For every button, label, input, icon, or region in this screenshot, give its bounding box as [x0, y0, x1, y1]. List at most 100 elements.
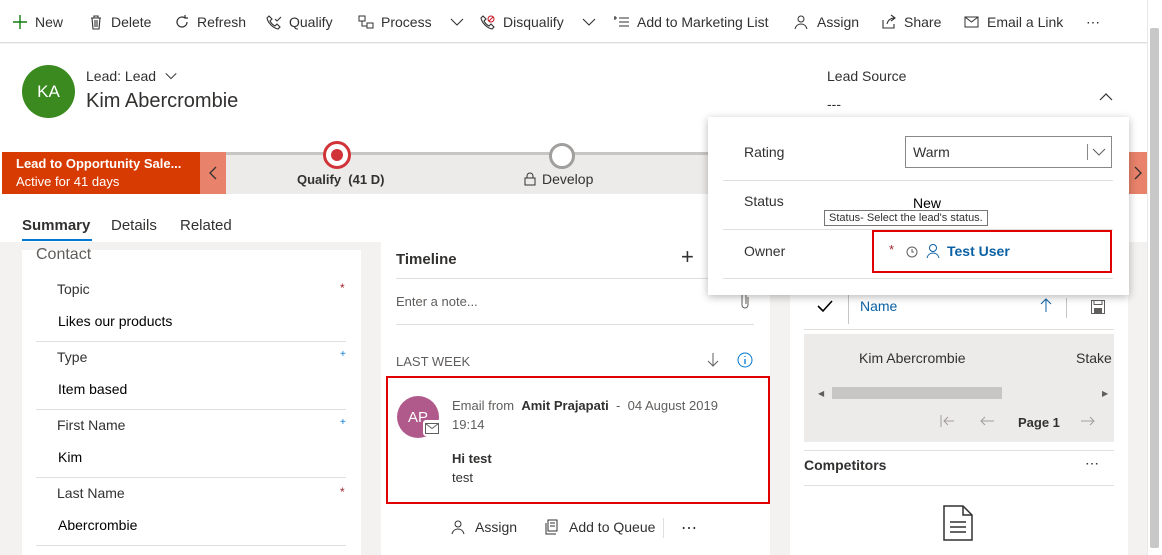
queue-icon	[545, 519, 558, 535]
entity-selector[interactable]: Lead: Lead	[86, 68, 178, 84]
share-button[interactable]: Share	[881, 11, 941, 33]
divider	[396, 278, 754, 279]
tab-summary[interactable]: Summary	[22, 217, 90, 234]
select-separator	[1087, 144, 1088, 160]
rating-label: Rating	[744, 144, 785, 160]
highlight-box	[386, 376, 770, 504]
activity-assign-button[interactable]: Assign	[451, 519, 517, 535]
activity-more-button[interactable]: ⋯	[681, 518, 697, 538]
active-process[interactable]: Lead to Opportunity Sale... Active for 4…	[2, 152, 200, 194]
divider	[723, 278, 1113, 279]
trash-icon	[91, 15, 101, 30]
add-to-queue-button[interactable]: Add to Queue	[545, 519, 655, 535]
refresh-button[interactable]: Refresh	[174, 11, 246, 33]
column-separator	[1066, 298, 1067, 318]
horizontal-scrollbar[interactable]: ◀ ▶	[818, 387, 1108, 399]
divider	[396, 324, 754, 325]
sort-ascending-icon[interactable]	[1040, 297, 1052, 313]
last-name-field[interactable]: Abercrombie	[58, 517, 137, 533]
stage-qualify-marker[interactable]	[323, 141, 351, 169]
person-icon	[926, 244, 940, 259]
page-indicator: Page 1	[1018, 415, 1060, 430]
scrollbar-thumb[interactable]	[832, 387, 1002, 399]
first-name-field[interactable]: Kim	[58, 449, 82, 465]
status-value: New	[913, 195, 942, 211]
save-icon[interactable]	[1091, 300, 1105, 314]
owner-label: Owner	[744, 243, 786, 259]
process-next-button[interactable]	[1128, 152, 1147, 194]
scroll-right-icon[interactable]: ▶	[1102, 389, 1108, 398]
scrollbar-thumb[interactable]	[1150, 28, 1159, 548]
recommended-marker: +	[340, 417, 346, 428]
new-button[interactable]: New	[12, 11, 63, 33]
timeline-title: Timeline	[396, 251, 457, 268]
chevron-down-icon	[450, 18, 463, 26]
delete-button[interactable]: Delete	[88, 11, 151, 33]
divider	[804, 450, 1114, 451]
topic-field[interactable]: Likes our products	[58, 313, 172, 329]
disqualify-button[interactable]: Disqualify	[480, 11, 597, 33]
check-icon[interactable]	[817, 299, 833, 313]
qualify-button[interactable]: Qualify	[266, 11, 333, 33]
email-link-button[interactable]: Email a Link	[964, 11, 1063, 33]
stage-develop-marker[interactable]	[549, 143, 575, 169]
next-page-icon[interactable]	[1080, 414, 1096, 428]
timeline-add-button[interactable]: +	[681, 244, 694, 270]
status-label: Status	[744, 193, 784, 209]
process-stages: Qualify (41 D) Develop	[226, 141, 708, 194]
chevron-down-icon	[1092, 148, 1106, 156]
lock-icon	[524, 172, 536, 186]
list-add-icon	[614, 16, 629, 27]
divider	[36, 545, 346, 546]
stakeholder-row-name[interactable]: Kim Abercrombie	[859, 350, 966, 366]
chevron-left-icon	[209, 166, 217, 180]
lead-source-label: Lead Source	[827, 68, 907, 84]
more-commands-button[interactable]: ⋯	[1086, 11, 1100, 33]
chevron-down-icon	[582, 18, 596, 26]
competitors-title: Competitors	[804, 457, 887, 473]
record-title: Kim Abercrombie	[86, 90, 239, 112]
lead-source-value: ---	[827, 96, 841, 112]
arrow-down-icon[interactable]	[706, 352, 720, 368]
share-icon	[882, 14, 896, 29]
type-label: Type	[57, 349, 88, 365]
tab-active-indicator	[22, 239, 92, 241]
info-icon[interactable]	[737, 352, 753, 368]
command-bar: New Delete Refresh Qualify Process Disqu…	[0, 0, 1162, 43]
previous-page-icon[interactable]	[979, 414, 995, 428]
contact-section: Contact Topic * Likes our products Type …	[22, 246, 361, 555]
activity-time: 19:14	[452, 417, 485, 432]
email-icon	[423, 420, 441, 436]
activity-header[interactable]: Email from Amit Prajapati - 04 August 20…	[452, 398, 718, 413]
tab-related[interactable]: Related	[180, 217, 232, 234]
chevron-up-icon[interactable]	[1098, 90, 1114, 104]
owner-lookup[interactable]: Test User	[925, 243, 1010, 259]
column-separator	[848, 290, 849, 324]
assign-button[interactable]: Assign	[794, 11, 859, 33]
person-icon	[451, 520, 465, 535]
add-to-marketing-list-button[interactable]: Add to Marketing List	[614, 11, 769, 33]
first-page-icon[interactable]	[940, 414, 956, 428]
section-title: Contact	[36, 246, 92, 263]
rating-select[interactable]: Warm	[905, 136, 1112, 168]
competitors-more-button[interactable]: ⋯	[1085, 455, 1099, 472]
name-column-header[interactable]: Name	[860, 298, 897, 314]
chevron-down-icon	[165, 73, 177, 80]
page-scrollbar[interactable]	[1147, 0, 1162, 555]
sender-name: Amit Prajapati	[521, 398, 609, 413]
tab-details[interactable]: Details	[111, 217, 157, 234]
type-field[interactable]: Item based	[58, 381, 127, 397]
scroll-left-icon[interactable]: ◀	[818, 389, 824, 398]
header-fields-flyout: Rating Warm Status New Status- Select th…	[708, 117, 1129, 295]
process-button[interactable]: Process	[358, 11, 465, 33]
phone-check-icon	[266, 15, 282, 30]
stage-qualify-label[interactable]: Qualify (41 D)	[297, 172, 384, 187]
note-input[interactable]: Enter a note...	[396, 294, 478, 309]
person-icon	[794, 15, 808, 30]
divider	[36, 341, 346, 342]
divider	[663, 518, 664, 538]
process-prev-button[interactable]	[200, 152, 226, 194]
activity-date: 04 August 2019	[627, 398, 718, 413]
stage-develop[interactable]: Develop	[524, 171, 593, 187]
chevron-right-icon	[1134, 166, 1142, 180]
